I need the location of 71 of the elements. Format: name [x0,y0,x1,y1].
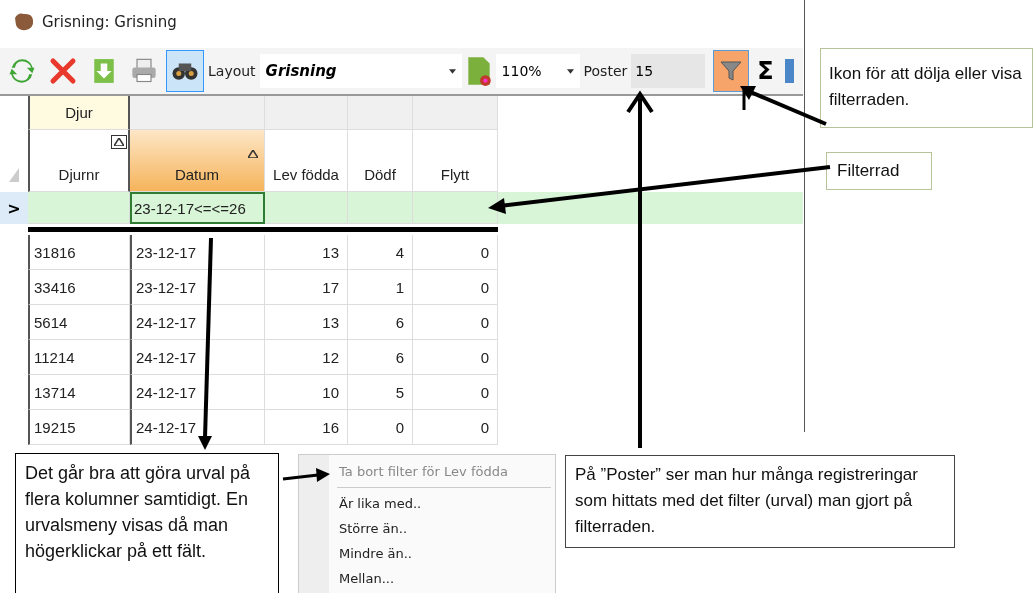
table-cell: 16 [265,410,348,445]
caret-icon [566,68,574,74]
arrow [282,468,330,482]
table-cell: 0 [413,305,498,340]
table-cell: 5 [348,375,413,410]
printer-icon [130,57,158,85]
binoculars-button[interactable] [166,50,204,92]
table-cell: 5614 [28,305,130,340]
table-cell: 13 [265,235,348,270]
menu-item[interactable]: Mellan... [299,566,555,591]
column-header[interactable]: Djurnr [28,130,130,192]
filter-field[interactable] [413,192,498,224]
table-cell: 1 [348,270,413,305]
filter-field[interactable] [28,192,130,224]
table-cell: 13 [265,305,348,340]
sort-icon [248,150,258,158]
table-cell: 0 [413,235,498,270]
table-cell: 0 [413,375,498,410]
table-cell: 31816 [28,235,130,270]
table-cell: 0 [348,410,413,445]
column-group-header: Djur [28,96,130,130]
table-cell: 23-12-17 [130,270,265,305]
layout-dropdown[interactable]: Grisning [259,54,462,88]
callout-box: Filterrad [826,152,932,190]
sum-button[interactable]: Σ [757,57,774,85]
table-cell: 24-12-17 [130,375,265,410]
table-cell: 0 [413,340,498,375]
table-cell: 13714 [28,375,130,410]
filter-field[interactable] [348,192,413,224]
menu-item[interactable]: Mindre än.. [299,541,555,566]
table-cell: 12 [265,340,348,375]
table-cell: 17 [265,270,348,305]
table-cell: 11214 [28,340,130,375]
column-header[interactable]: Datum [130,130,265,192]
delete-icon [48,56,78,86]
column-header[interactable]: Lev födda [265,130,348,192]
callout-box: Ikon för att dölja eller visa filterraden. [820,48,1033,128]
table-cell: 23-12-17 [130,235,265,270]
filter-field[interactable]: 23-12-17<=<=26 [130,192,265,224]
table-cell: 0 [413,410,498,445]
table-cell: 0 [413,270,498,305]
table-cell: 6 [348,305,413,340]
corner-icon [9,168,19,182]
layout-label: Layout [208,63,256,79]
callout-box: På ”Poster” ser man hur många registreringar som hittats med det filter (urval) man gjort på filterraden. [565,455,955,548]
table-cell: 10 [265,375,348,410]
column-header[interactable]: Flytt [413,130,498,192]
callout-box: Det går bra att göra urval på flera kolumner samtidigt. En urvalsmeny visas då man högerklickar på ett fält. [15,453,279,593]
table-cell: 4 [348,235,413,270]
menu-item[interactable]: Större än.. [299,516,555,541]
funnel-icon [719,58,744,84]
filter-field[interactable] [265,192,348,224]
table-cell: 6 [348,340,413,375]
window-title: Grisning: Grisning [42,13,177,31]
document-gear-icon[interactable] [465,55,492,87]
sort-icon [114,138,124,146]
table-cell: 24-12-17 [130,305,265,340]
records-label: Poster [583,63,628,79]
document-icon[interactable] [783,57,794,85]
table-cell: 33416 [28,270,130,305]
caret-icon [448,68,456,74]
row-marker: > [7,198,21,218]
zoom-dropdown[interactable]: 110% [495,54,580,88]
filter-toggle-button[interactable] [713,50,750,92]
table-cell: 24-12-17 [130,340,265,375]
table-cell: 19215 [28,410,130,445]
column-header[interactable]: Dödf [348,130,413,192]
records-count-field: 15 [631,54,706,88]
download-icon [91,56,117,86]
menu-item[interactable]: Är lika med.. [299,491,555,516]
refresh-icon [9,58,35,84]
